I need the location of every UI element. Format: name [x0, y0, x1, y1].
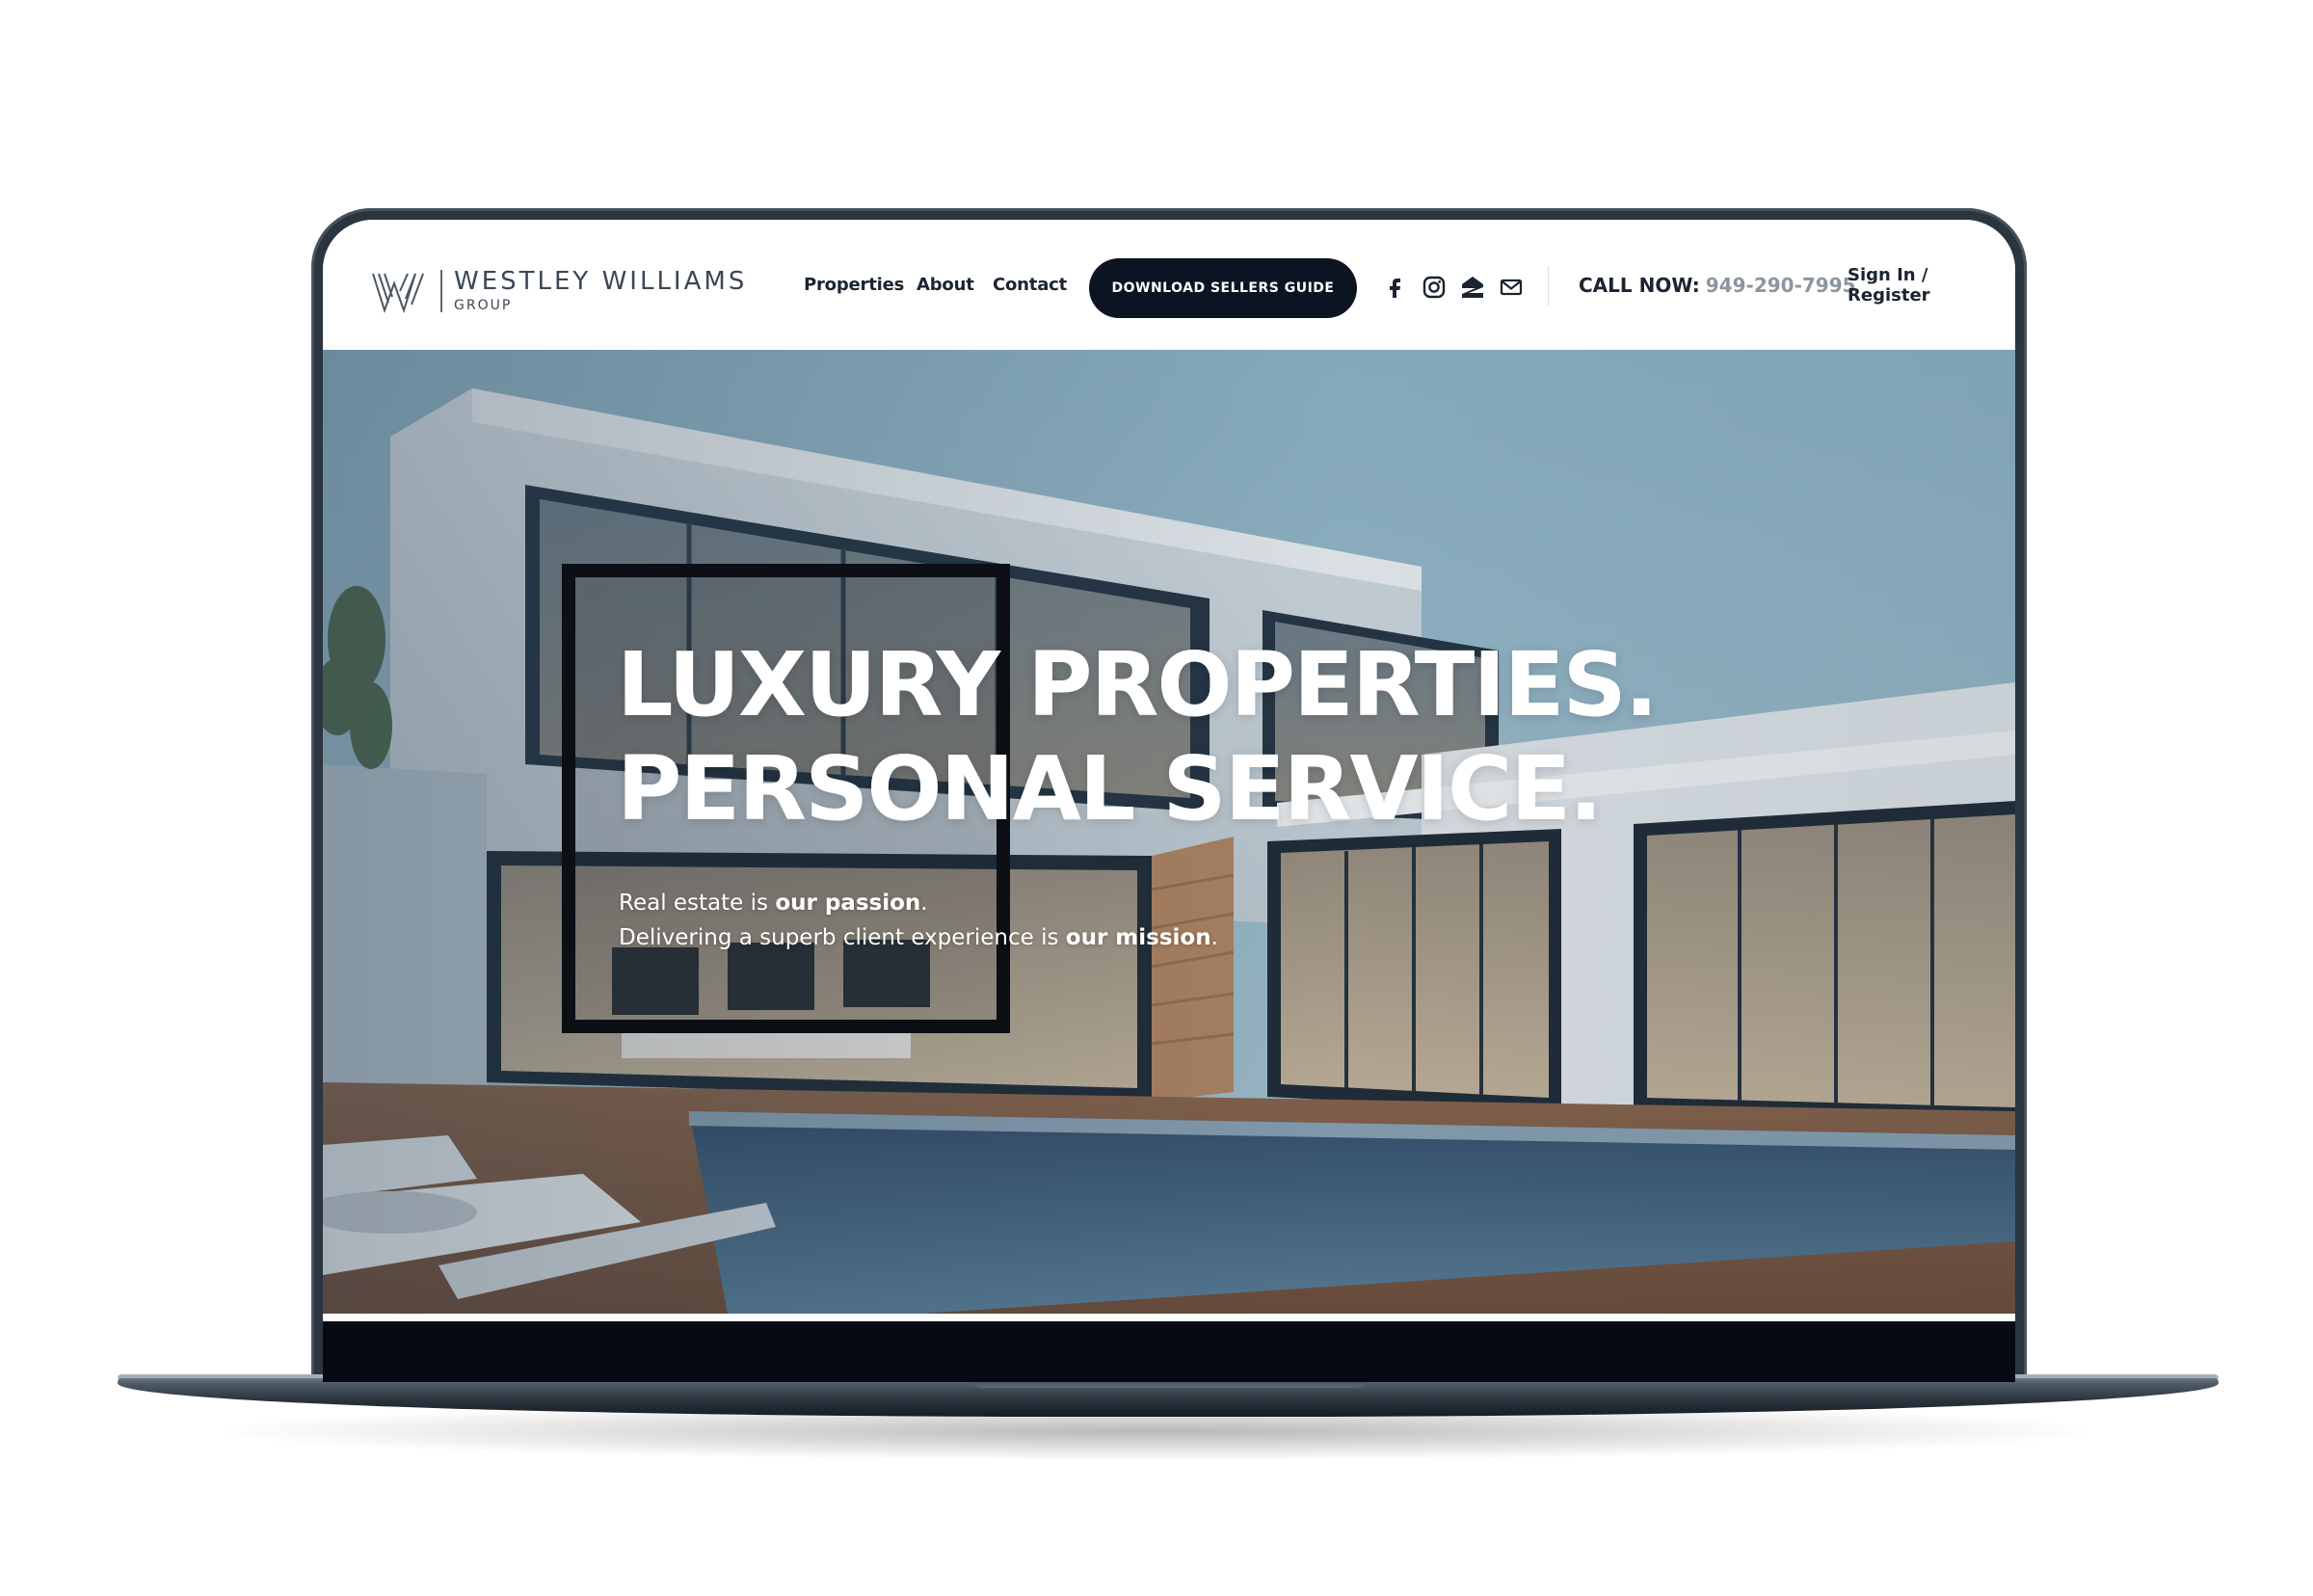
logo-text: WESTLEY WILLIAMS GROUP — [454, 268, 747, 314]
logo-w-mark-icon — [372, 273, 424, 314]
call-now-label: CALL NOW: — [1579, 273, 1700, 297]
nav-item-properties: Properties — [804, 220, 904, 350]
nav-link-properties[interactable]: Properties — [804, 275, 904, 295]
brand-logo[interactable]: WESTLEY WILLIAMS GROUP — [371, 266, 747, 316]
hero-title-line-2: PERSONAL SERVICE. — [617, 737, 1603, 840]
laptop-screen: WESTLEY WILLIAMS GROUP Properties About … — [323, 220, 2015, 1382]
social-links — [1383, 272, 1524, 303]
hero-sub1-end: . — [920, 891, 928, 916]
hero-sub2-emphasis: our mission — [1065, 925, 1211, 950]
phone-number-link[interactable]: 949-290-7995 — [1706, 274, 1856, 297]
instagram-icon[interactable] — [1422, 275, 1447, 300]
nav-link-contact[interactable]: Contact — [993, 275, 1067, 295]
call-now: CALL NOW: 949-290-7995 — [1579, 220, 1856, 350]
brand-subtitle: GROUP — [454, 298, 513, 313]
download-sellers-guide-button[interactable]: DOWNLOAD SELLERS GUIDE — [1089, 258, 1357, 318]
hero-sub2-text: Delivering a superb client experience is — [619, 925, 1066, 950]
hero-section: LUXURY PROPERTIES. PERSONAL SERVICE. Rea… — [323, 350, 2015, 1314]
hero-subtitle: Real estate is our passion. Delivering a… — [619, 886, 1486, 955]
hero-title-line-1: LUXURY PROPERTIES. — [617, 633, 1659, 736]
site-header: WESTLEY WILLIAMS GROUP Properties About … — [323, 220, 2015, 350]
sign-in-register-link[interactable]: Sign In / Register — [1848, 220, 2015, 350]
nav-item-contact: Contact — [993, 220, 1067, 350]
zillow-icon[interactable] — [1460, 275, 1485, 300]
hero-sub1-text: Real estate is — [619, 891, 776, 916]
hero-title: LUXURY PROPERTIES. PERSONAL SERVICE. — [617, 633, 1773, 841]
nav-item-about: About — [917, 220, 974, 350]
nav-link-about[interactable]: About — [917, 275, 974, 295]
hero-sub1-emphasis: our passion — [775, 891, 921, 916]
hero-sub2-end: . — [1210, 925, 1218, 950]
header-divider — [1548, 266, 1549, 306]
logo-divider — [440, 270, 442, 312]
facebook-icon[interactable] — [1383, 275, 1408, 300]
page-bottom-band — [323, 1321, 2015, 1382]
email-icon[interactable] — [1499, 275, 1524, 300]
brand-name: WESTLEY WILLIAMS — [454, 267, 748, 296]
